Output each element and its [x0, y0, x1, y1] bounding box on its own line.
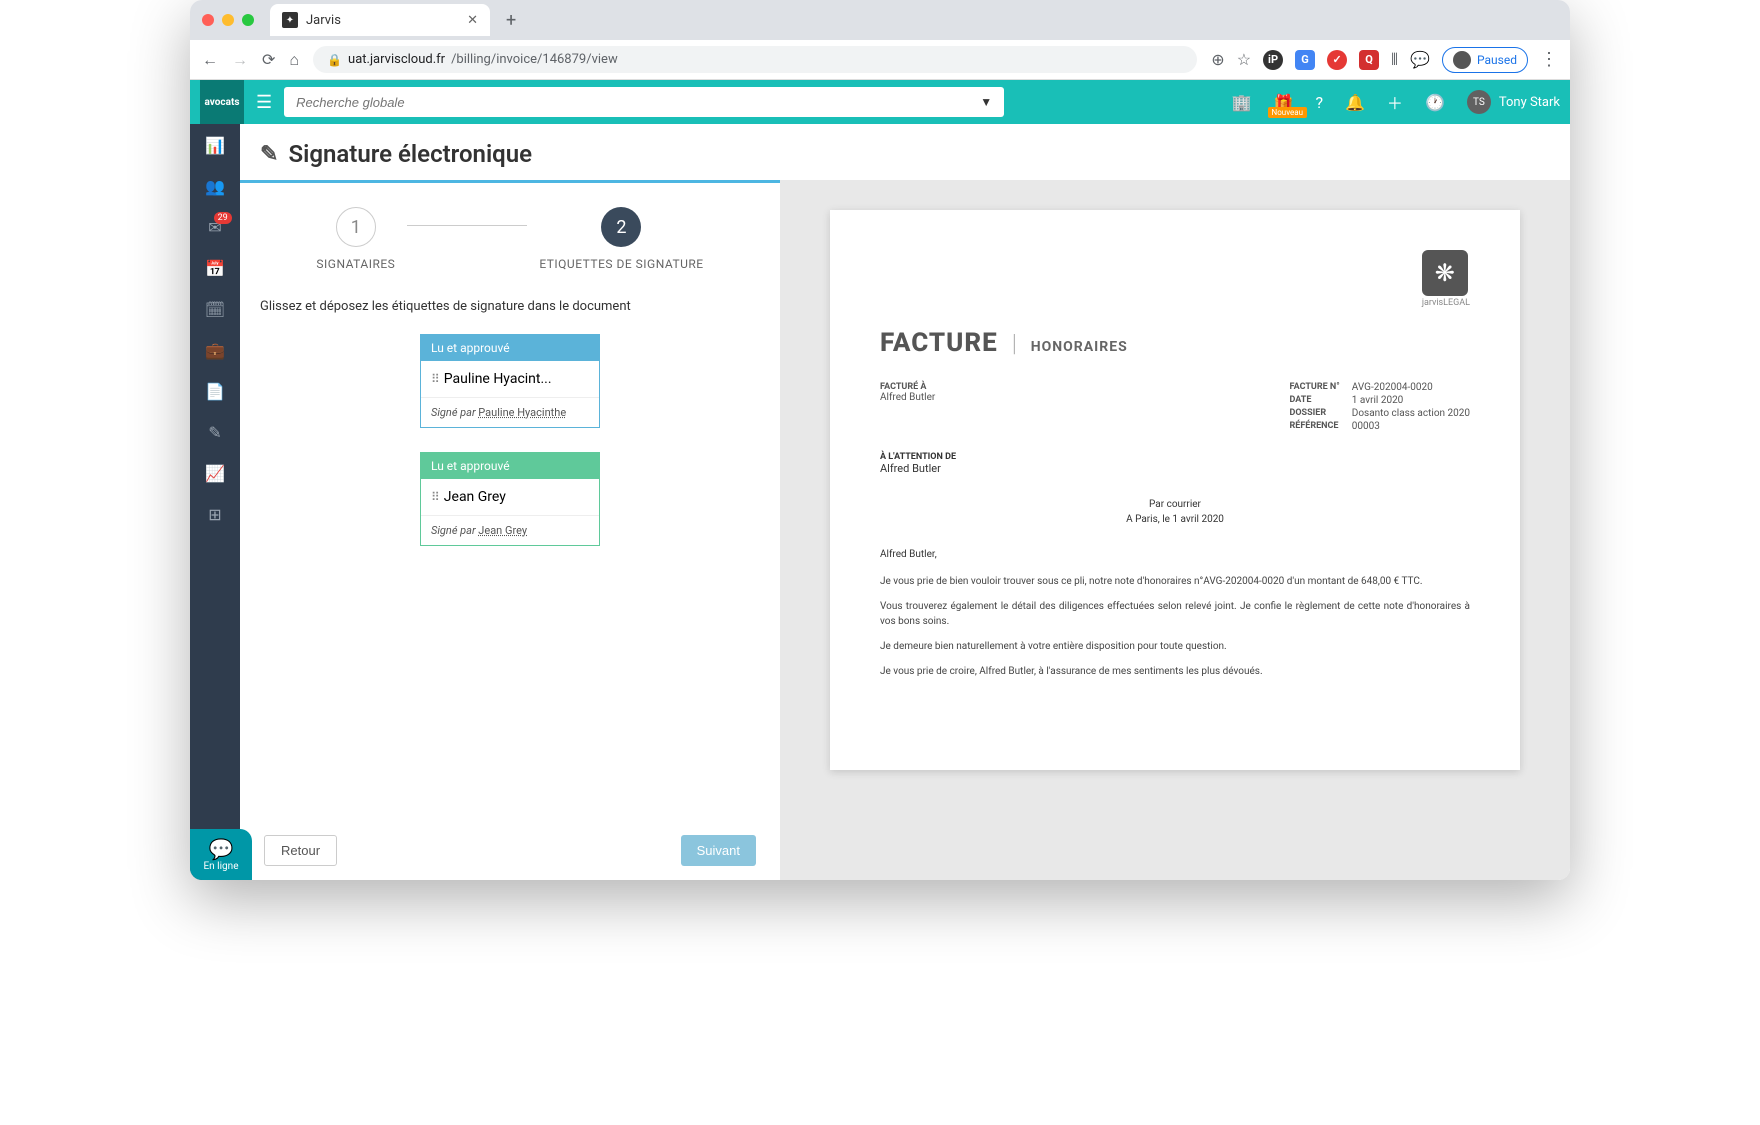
next-button[interactable]: Suivant [681, 835, 756, 866]
lock-icon: 🔒 [327, 53, 342, 67]
chat-icon: 💬 [190, 837, 252, 861]
add-icon[interactable]: ＋ [1387, 90, 1403, 114]
user-menu[interactable]: TS Tony Stark [1467, 90, 1560, 114]
tab-title: Jarvis [306, 13, 341, 28]
close-tab-icon[interactable]: ✕ [467, 13, 478, 28]
nav-edit-icon[interactable]: ✎ [208, 423, 221, 442]
gift-icon[interactable]: 🎁Nouveau [1274, 93, 1294, 112]
profile-paused-pill[interactable]: Paused [1442, 47, 1528, 73]
drag-handle-icon[interactable]: ⠿ [431, 372, 438, 386]
new-tab-button[interactable]: + [498, 6, 524, 35]
add-page-icon[interactable]: ⊕ [1211, 50, 1224, 69]
search-input[interactable] [296, 95, 980, 110]
step-connector [407, 225, 527, 226]
maximize-window[interactable] [242, 14, 254, 26]
ext-icon-1[interactable]: iP [1263, 50, 1283, 70]
global-search[interactable]: ▼ [284, 87, 1004, 117]
profile-avatar-icon [1453, 51, 1471, 69]
nav-cases-icon[interactable]: 💼 [205, 341, 225, 360]
ext-chat-icon[interactable]: 💬 [1410, 50, 1430, 69]
browser-chrome: ✦ Jarvis ✕ + ← → ⟳ ⌂ 🔒 uat.jarviscloud.f… [190, 0, 1570, 80]
chat-widget[interactable]: 💬 En ligne [190, 829, 252, 880]
signature-tag-2[interactable]: Lu et approuvé ⠿Jean Grey Signé par Jean… [420, 452, 600, 546]
step-2[interactable]: 2 ETIQUETTES DE SIGNATURE [539, 207, 703, 271]
reload-icon[interactable]: ⟳ [262, 50, 275, 70]
nav-billing-icon[interactable]: 📄 [205, 382, 225, 401]
browser-menu-icon[interactable]: ⋮ [1540, 49, 1558, 70]
url-host: uat.jarviscloud.fr [348, 52, 445, 67]
help-icon[interactable]: ? [1315, 93, 1323, 112]
nav-apps-icon[interactable]: ⊞ [208, 505, 221, 524]
search-dropdown-icon[interactable]: ▼ [980, 95, 992, 109]
nav-reports-icon[interactable]: 📈 [205, 464, 225, 483]
ext-icon-5[interactable]: ⦀ [1391, 50, 1398, 70]
close-window[interactable] [202, 14, 214, 26]
nav-calendar-icon[interactable]: 📅 [205, 259, 225, 278]
app-logo[interactable]: avocats [200, 80, 244, 124]
edit-icon: ✎ [260, 142, 278, 167]
doc-logo-icon: ❋ [1422, 250, 1468, 296]
bookmark-icon[interactable]: ☆ [1237, 50, 1251, 69]
ext-icon-4[interactable]: Q [1359, 50, 1379, 70]
back-icon[interactable]: ← [202, 50, 218, 70]
address-bar[interactable]: 🔒 uat.jarviscloud.fr/billing/invoice/146… [313, 46, 1197, 73]
wizard-panel: 1 SIGNATAIRES 2 ETIQUETTES DE SIGNATURE … [240, 180, 780, 880]
minimize-window[interactable] [222, 14, 234, 26]
user-avatar: TS [1467, 90, 1491, 114]
back-button[interactable]: Retour [264, 835, 337, 866]
window-controls [202, 14, 254, 26]
ext-icon-3[interactable]: ✓ [1327, 50, 1347, 70]
clock-icon[interactable]: 🕐 [1425, 93, 1445, 112]
nav-tasks-icon[interactable]: 🗓 [205, 300, 225, 319]
side-nav: 📊 👥 ✉29 📅 🗓 💼 📄 ✎ 📈 ⊞ 💬 En ligne [190, 124, 240, 880]
invoice-document[interactable]: ❋ jarvisLEGAL FACTURE | HONORAIRES FACTU… [830, 210, 1520, 770]
home-icon[interactable]: ⌂ [289, 50, 299, 70]
ext-translate-icon[interactable]: G [1295, 50, 1315, 70]
doc-title: FACTURE [880, 328, 998, 358]
user-name: Tony Stark [1499, 95, 1560, 110]
drag-handle-icon[interactable]: ⠿ [431, 490, 438, 504]
app-header: avocats ☰ ▼ 🏢 🎁Nouveau ? 🔔 ＋ 🕐 TS Tony S… [190, 80, 1570, 124]
nav-contacts-icon[interactable]: 👥 [205, 177, 225, 196]
page-title: ✎ Signature électronique [240, 124, 1570, 180]
browser-tab[interactable]: ✦ Jarvis ✕ [270, 4, 490, 36]
document-preview-pane: ❋ jarvisLEGAL FACTURE | HONORAIRES FACTU… [780, 180, 1570, 880]
nav-dashboard-icon[interactable]: 📊 [205, 136, 225, 155]
org-icon[interactable]: 🏢 [1232, 93, 1252, 112]
nav-mail-icon[interactable]: ✉29 [208, 218, 221, 237]
url-path: /billing/invoice/146879/view [451, 52, 618, 67]
stepper: 1 SIGNATAIRES 2 ETIQUETTES DE SIGNATURE [240, 183, 780, 295]
doc-subtitle: HONORAIRES [1031, 339, 1128, 355]
instruction-text: Glissez et déposez les étiquettes de sig… [240, 295, 780, 334]
tab-favicon: ✦ [282, 12, 298, 28]
forward-icon[interactable]: → [232, 50, 248, 70]
signature-tag-1[interactable]: Lu et approuvé ⠿Pauline Hyacint... Signé… [420, 334, 600, 428]
bell-icon[interactable]: 🔔 [1345, 93, 1365, 112]
step-1[interactable]: 1 SIGNATAIRES [316, 207, 395, 271]
menu-toggle-icon[interactable]: ☰ [256, 92, 272, 113]
